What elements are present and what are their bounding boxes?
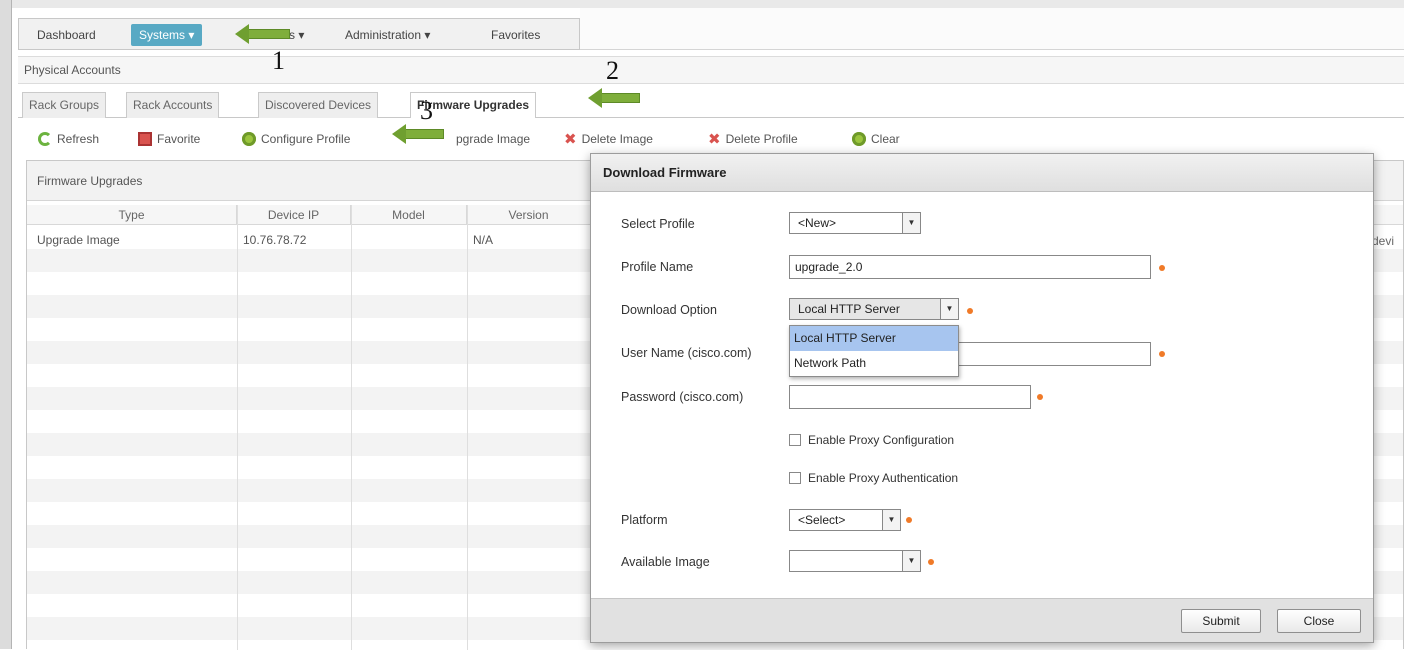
delete-image-label: Delete Image bbox=[581, 132, 653, 146]
close-button[interactable]: Close bbox=[1277, 609, 1361, 633]
favorite-button[interactable]: Favorite bbox=[138, 130, 200, 148]
checkbox-box[interactable] bbox=[789, 434, 801, 446]
available-image-label: Available Image bbox=[621, 555, 710, 569]
required-indicator bbox=[928, 559, 934, 565]
tab-discovered-devices[interactable]: Discovered Devices bbox=[258, 92, 379, 118]
annotation-number-1: 1 bbox=[272, 46, 285, 75]
menu-administration[interactable]: Administration ▾ bbox=[337, 24, 438, 46]
select-profile-label: Select Profile bbox=[621, 217, 695, 231]
menu-favorites[interactable]: Favorites bbox=[483, 24, 548, 46]
dialog-title: Download Firmware bbox=[591, 154, 1373, 192]
profile-name-label: Profile Name bbox=[621, 260, 694, 274]
delete-image-button[interactable]: ✖ Delete Image bbox=[564, 130, 653, 148]
menu-bar-empty-area bbox=[580, 8, 1404, 50]
required-indicator bbox=[1159, 265, 1165, 271]
column-header-version[interactable]: Version bbox=[467, 205, 591, 225]
download-option-list: Local HTTP Server Network Path bbox=[789, 325, 959, 377]
chevron-down-icon: ▼ bbox=[882, 510, 900, 530]
select-profile-dropdown[interactable]: <New> ▼ bbox=[789, 212, 921, 234]
favorite-label: Favorite bbox=[157, 132, 201, 146]
required-indicator bbox=[906, 517, 912, 523]
cell-version[interactable]: N/A bbox=[473, 231, 493, 249]
select-profile-value: <New> bbox=[798, 216, 837, 230]
required-indicator bbox=[1159, 351, 1165, 357]
download-firmware-dialog: Download Firmware Select Profile <New> ▼… bbox=[590, 153, 1374, 643]
chevron-down-icon: ▼ bbox=[902, 551, 920, 571]
column-divider bbox=[467, 205, 468, 650]
tab-bar: Rack Groups Rack Accounts Discovered Dev… bbox=[18, 88, 1404, 118]
tab-rack-groups[interactable]: Rack Groups bbox=[22, 92, 107, 118]
proxy-authentication-label: Enable Proxy Authentication bbox=[808, 471, 959, 485]
password-input[interactable] bbox=[789, 385, 1031, 409]
configure-profile-label: Configure Profile bbox=[261, 132, 351, 146]
column-divider bbox=[351, 205, 352, 650]
username-label: User Name (cisco.com) bbox=[621, 346, 752, 360]
delete-profile-label: Delete Profile bbox=[725, 132, 798, 146]
proxy-authentication-checkbox[interactable]: Enable Proxy Authentication bbox=[789, 469, 958, 487]
page-title: Physical Accounts bbox=[18, 56, 1404, 84]
platform-label: Platform bbox=[621, 513, 668, 527]
toolbar: Refresh Favorite Configure Profile pgrad… bbox=[18, 122, 1404, 156]
menu-dashboard[interactable]: Dashboard bbox=[29, 24, 104, 46]
refresh-icon bbox=[38, 132, 52, 146]
delete-x-icon: ✖ bbox=[564, 131, 577, 148]
annotation-number-3: 3 bbox=[420, 96, 433, 125]
checkbox-box[interactable] bbox=[789, 472, 801, 484]
annotation-number-2: 2 bbox=[606, 56, 619, 85]
download-option-dropdown[interactable]: Local HTTP Server ▼ bbox=[789, 298, 959, 320]
refresh-button[interactable]: Refresh bbox=[38, 130, 99, 148]
platform-dropdown[interactable]: <Select> ▼ bbox=[789, 509, 901, 531]
annotation-arrow-2 bbox=[588, 88, 640, 108]
download-option-value: Local HTTP Server bbox=[798, 302, 900, 316]
gear-icon bbox=[852, 132, 866, 146]
upgrade-image-label: pgrade Image bbox=[456, 132, 531, 146]
gear-icon bbox=[242, 132, 256, 146]
platform-value: <Select> bbox=[798, 513, 846, 527]
menu-systems[interactable]: Systems ▾ bbox=[131, 24, 203, 46]
cell-type[interactable]: Upgrade Image bbox=[37, 231, 120, 249]
column-header-type[interactable]: Type bbox=[27, 205, 237, 225]
refresh-label: Refresh bbox=[57, 132, 100, 146]
column-header-model[interactable]: Model bbox=[351, 205, 467, 225]
configure-profile-button[interactable]: Configure Profile bbox=[242, 130, 350, 148]
required-indicator bbox=[1037, 394, 1043, 400]
password-label: Password (cisco.com) bbox=[621, 390, 744, 404]
delete-profile-button[interactable]: ✖ Delete Profile bbox=[708, 130, 798, 148]
dialog-footer: Submit Close bbox=[591, 598, 1373, 642]
window-left-edge bbox=[0, 0, 12, 649]
download-option-label: Download Option bbox=[621, 303, 717, 317]
upgrade-image-button[interactable]: pgrade Image bbox=[456, 130, 530, 148]
chevron-down-icon: ▼ bbox=[902, 213, 920, 233]
cell-device-ip[interactable]: 10.76.78.72 bbox=[243, 231, 306, 249]
column-divider bbox=[237, 205, 238, 650]
submit-button[interactable]: Submit bbox=[1181, 609, 1261, 633]
proxy-configuration-checkbox[interactable]: Enable Proxy Configuration bbox=[789, 431, 954, 449]
column-header-device-ip[interactable]: Device IP bbox=[237, 205, 351, 225]
favorite-icon bbox=[138, 132, 152, 146]
option-local-http-server[interactable]: Local HTTP Server bbox=[790, 326, 958, 351]
clear-button[interactable]: Clear bbox=[852, 130, 900, 148]
option-network-path[interactable]: Network Path bbox=[790, 351, 958, 376]
annotation-arrow-1 bbox=[235, 24, 290, 44]
window-top-strip bbox=[12, 0, 1404, 8]
delete-x-icon: ✖ bbox=[708, 131, 721, 148]
top-menu-bar: Dashboard Systems ▾ s ▾ Administration ▾… bbox=[18, 18, 580, 50]
available-image-dropdown[interactable]: ▼ bbox=[789, 550, 921, 572]
tab-rack-accounts[interactable]: Rack Accounts bbox=[126, 92, 220, 118]
required-indicator bbox=[967, 308, 973, 314]
profile-name-input[interactable]: upgrade_2.0 bbox=[789, 255, 1151, 279]
chevron-down-icon: ▼ bbox=[940, 299, 958, 319]
annotation-arrow-3 bbox=[392, 124, 444, 144]
truncated-cell-text: devi bbox=[1372, 234, 1395, 248]
proxy-configuration-label: Enable Proxy Configuration bbox=[808, 433, 955, 447]
clear-label: Clear bbox=[871, 132, 900, 146]
